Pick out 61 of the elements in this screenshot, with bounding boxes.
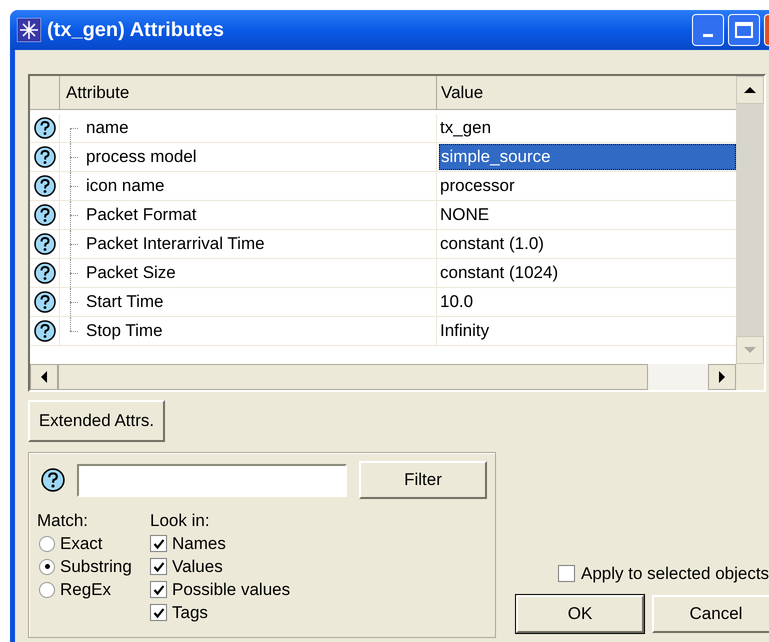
match-option[interactable]: Exact [60,532,103,555]
attribute-value[interactable]: 10.0 [439,289,736,315]
help-icon [34,291,56,313]
attribute-value[interactable]: NONE [439,202,736,228]
extended-attrs-button[interactable]: Extended Attrs. [28,400,165,442]
look-in-option[interactable]: Values [172,555,223,578]
attribute-name: process model [86,146,197,168]
filter-button[interactable]: Filter [359,461,487,499]
dialog-button[interactable]: Cancel [652,595,769,633]
match-label: Match: [37,510,90,532]
filter-field[interactable] [77,464,347,496]
radio-button[interactable] [39,558,55,574]
attribute-value[interactable]: simple_source [439,144,736,170]
attribute-name: Stop Time [86,320,163,342]
scrollbar-corner [736,364,764,390]
attribute-value[interactable]: constant (1024) [439,260,736,286]
minimize-button[interactable] [692,14,724,46]
attribute-name: icon name [86,175,164,198]
match-option[interactable]: RegEx [60,578,112,601]
help-icon [34,175,56,197]
radio-button[interactable] [39,536,55,552]
attribute-value[interactable]: Infinity [439,318,736,344]
checkbox[interactable] [150,581,167,598]
attribute-name: Start Time [86,291,164,314]
attribute-name: Packet Format [86,204,197,226]
attribute-name: name [86,117,129,140]
checkbox[interactable] [150,535,167,552]
help-icon [34,204,56,226]
checkbox[interactable] [150,604,167,621]
attribute-value[interactable]: processor [439,173,736,199]
apply-to-selected-label[interactable]: Apply to selected objects [581,560,769,586]
help-icon [34,262,56,284]
help-icon [34,146,56,168]
horizontal-scrollbar[interactable] [30,364,736,390]
help-icon [41,468,65,492]
attribute-name: Packet Size [86,262,176,284]
column-header[interactable]: Attribute [60,76,437,109]
look-in-label: Look in: [150,510,211,532]
attribute-value[interactable]: tx_gen [439,115,736,141]
look-in-option[interactable]: Names [172,532,226,555]
vertical-scrollbar[interactable] [736,76,764,390]
help-icon [34,117,56,139]
checkbox[interactable] [150,558,167,575]
look-in-option[interactable]: Tags [172,601,208,624]
right-arrow-icon [718,371,726,383]
left-arrow-icon [40,371,48,383]
maximize-button[interactable] [728,14,760,46]
star-icon [17,18,41,42]
checkbox[interactable] [558,564,575,582]
radio-button[interactable] [39,582,55,598]
up-arrow-icon [744,86,756,94]
window-title: (tx_gen) Attributes [47,18,226,43]
match-option[interactable]: Substring [60,555,132,578]
column-header[interactable]: Value [437,76,736,109]
dialog-button[interactable]: OK [516,595,644,633]
help-icon [34,233,56,255]
attribute-value[interactable]: constant (1.0) [439,231,736,257]
attribute-name: Packet Interarrival Time [86,233,265,256]
help-icon [34,320,56,342]
look-in-option[interactable]: Possible values [172,578,290,601]
down-arrow-icon [744,346,756,354]
